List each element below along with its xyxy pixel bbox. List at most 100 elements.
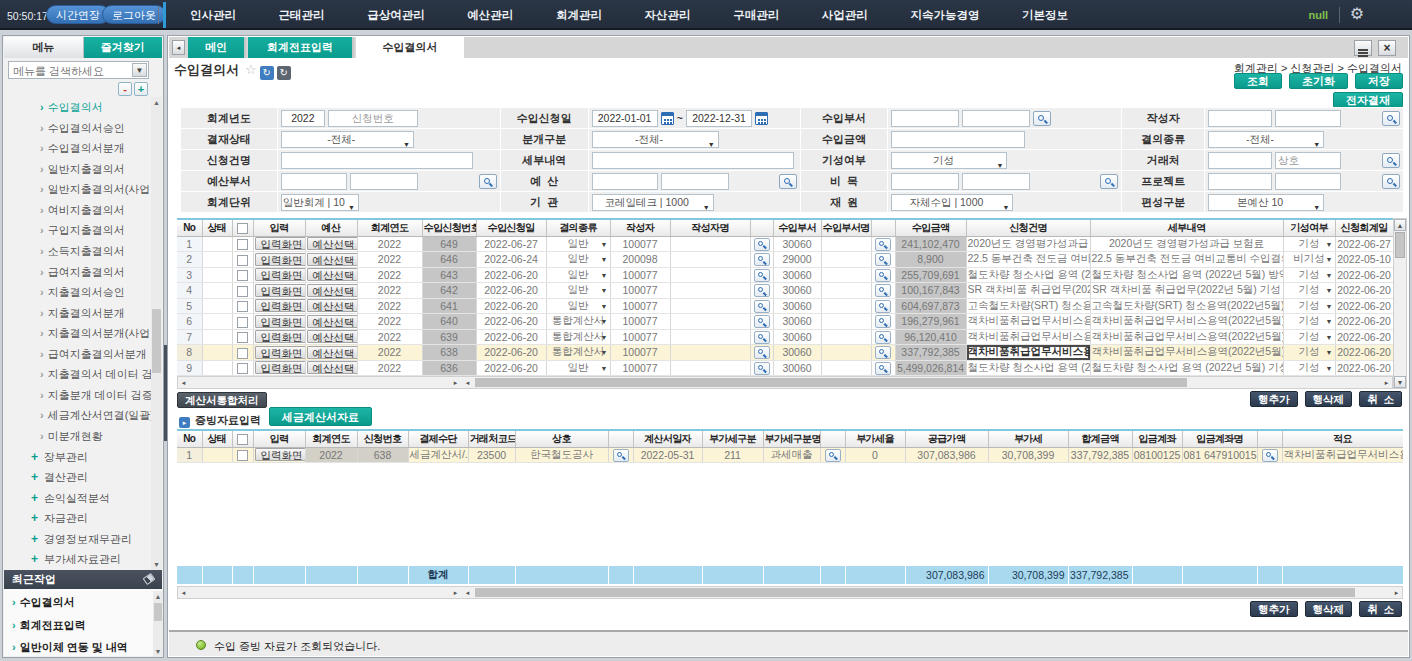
- column-header[interactable]: 부가세율: [845, 431, 905, 447]
- grid1-horizontal-scrollbar[interactable]: ◂ ▸ ◂ ▸: [177, 376, 1393, 389]
- column-header[interactable]: 거래처코드: [468, 431, 515, 447]
- chevron-down-icon[interactable]: ▼: [132, 63, 147, 77]
- electronic-approval-button[interactable]: 전자결재: [1333, 92, 1403, 108]
- column-header[interactable]: [232, 431, 253, 447]
- column-header[interactable]: 계산서일자: [633, 431, 702, 447]
- menu-search-input[interactable]: 메뉴를 검색하세요 ▼: [8, 61, 149, 79]
- grid-cell[interactable]: [820, 447, 845, 463]
- grid-cell[interactable]: [750, 298, 773, 314]
- fund-source-select[interactable]: 자체수입 | 1000▼: [891, 194, 1013, 211]
- grid-cell[interactable]: [232, 252, 253, 268]
- grid-cell[interactable]: [750, 360, 773, 376]
- grid1-vertical-scrollbar[interactable]: ▲ ▼: [1393, 218, 1407, 389]
- column-header[interactable]: 수입신청번호: [422, 220, 476, 236]
- column-header[interactable]: 적요: [1282, 431, 1403, 447]
- cell-button[interactable]: 입력화면: [255, 268, 306, 281]
- grid-cell[interactable]: [871, 252, 895, 268]
- top-menu-item[interactable]: 근태관리: [279, 8, 325, 23]
- column-header[interactable]: 작성자: [610, 220, 670, 236]
- date-to-input[interactable]: 2022-12-31: [686, 110, 752, 127]
- cell-button[interactable]: 예산선택: [307, 284, 358, 297]
- sidebar-item[interactable]: ›구입지출결의서: [3, 220, 151, 241]
- column-header[interactable]: [871, 220, 895, 236]
- search-icon[interactable]: [875, 362, 891, 375]
- cell-button[interactable]: 예산선택: [307, 253, 358, 266]
- cell-button[interactable]: 입력화면: [255, 346, 306, 359]
- search-icon[interactable]: [1382, 153, 1400, 168]
- sidebar-item[interactable]: ›수입결의서승인: [3, 118, 151, 139]
- grid-cell[interactable]: [232, 314, 253, 330]
- grid-cell[interactable]: [871, 314, 895, 330]
- grid-cell[interactable]: [871, 360, 895, 376]
- column-header[interactable]: 회계연도: [305, 431, 357, 447]
- save-button[interactable]: 저장: [1355, 73, 1403, 89]
- top-menu-item[interactable]: 예산관리: [467, 8, 513, 23]
- search-icon[interactable]: [875, 346, 891, 359]
- organization-select[interactable]: 코레일테크 | 1000▼: [592, 194, 714, 211]
- column-header[interactable]: [820, 431, 845, 447]
- income-amount-input[interactable]: [891, 131, 1025, 148]
- column-header[interactable]: 수입부서: [773, 220, 821, 236]
- tree-scrollbar[interactable]: ▲ ▼: [151, 97, 162, 570]
- sidebar-item[interactable]: ›미분개현황: [3, 426, 151, 447]
- search-icon[interactable]: [875, 284, 891, 297]
- search-icon[interactable]: [1382, 111, 1400, 126]
- search-icon[interactable]: [875, 269, 891, 282]
- gear-icon[interactable]: ⚙: [1350, 4, 1364, 23]
- grid-cell[interactable]: 기성▼: [1283, 345, 1335, 361]
- sidebar-item[interactable]: ›수입결의서분개: [3, 138, 151, 159]
- grid-cell[interactable]: 기성▼: [1283, 298, 1335, 314]
- add-row-button[interactable]: 행추가: [1250, 391, 1298, 407]
- grid-cell[interactable]: [1257, 447, 1282, 463]
- refresh-icon[interactable]: ↻: [260, 66, 274, 80]
- search-icon[interactable]: [479, 174, 497, 189]
- cell-button[interactable]: 예산선택: [307, 237, 358, 250]
- grid-cell[interactable]: 기성▼: [1283, 236, 1335, 252]
- column-header[interactable]: 결의종류: [546, 220, 610, 236]
- invoice-merge-button[interactable]: 계산서통합처리: [177, 392, 267, 408]
- cell-button[interactable]: 입력화면: [255, 237, 306, 250]
- column-header[interactable]: [1257, 431, 1282, 447]
- row-checkbox[interactable]: [237, 332, 248, 343]
- column-header[interactable]: No: [177, 220, 202, 236]
- cell-button[interactable]: 예산선택: [307, 346, 358, 359]
- tab-scroll-left-button[interactable]: ◂: [172, 40, 185, 55]
- cell-button[interactable]: 입력화면: [255, 330, 306, 343]
- cell-button[interactable]: 입력화면: [255, 253, 306, 266]
- column-header[interactable]: 입금계좌명: [1182, 431, 1257, 447]
- grid-cell[interactable]: 기성▼: [1283, 283, 1335, 299]
- row-checkbox[interactable]: [237, 270, 248, 281]
- cell-button[interactable]: 예산선택: [307, 315, 358, 328]
- recent-item[interactable]: ›회계전표입력: [4, 614, 162, 637]
- budget-composition-select[interactable]: 본예산 10▼: [1208, 194, 1324, 211]
- grid-cell[interactable]: [232, 360, 253, 376]
- grid-cell[interactable]: [871, 298, 895, 314]
- favorite-star-icon[interactable]: ☆: [245, 62, 257, 77]
- grid-cell[interactable]: 통합계산서▼: [546, 345, 610, 361]
- column-header[interactable]: 상태: [202, 431, 232, 447]
- column-header[interactable]: 부가세구분명: [763, 431, 820, 447]
- row-checkbox[interactable]: [237, 286, 248, 297]
- grid-cell[interactable]: 통합계산서▼: [546, 329, 610, 345]
- column-header[interactable]: [608, 431, 633, 447]
- column-header[interactable]: 수입부서명: [821, 220, 871, 236]
- grid-cell[interactable]: [232, 236, 253, 252]
- sidebar-item[interactable]: +결산관리: [3, 467, 151, 488]
- search-icon[interactable]: [754, 331, 770, 344]
- top-menu-item[interactable]: 인사관리: [190, 8, 236, 23]
- cell-button[interactable]: 입력화면: [255, 448, 306, 461]
- search-icon[interactable]: [754, 362, 770, 375]
- logout-button[interactable]: 로그아웃: [102, 5, 166, 24]
- recent-scrollbar[interactable]: ▲ ▼: [153, 591, 163, 657]
- column-header[interactable]: 부가세구분: [702, 431, 763, 447]
- sidebar-item[interactable]: ›소득지출결의서: [3, 241, 151, 262]
- cell-button[interactable]: 입력화면: [255, 361, 306, 374]
- column-header[interactable]: 입금계좌: [1132, 431, 1182, 447]
- grid-cell[interactable]: 통합계산서▼: [546, 314, 610, 330]
- sidebar-item[interactable]: ›일반지출결의서: [3, 159, 151, 180]
- grid-cell[interactable]: [750, 314, 773, 330]
- delete-row-button[interactable]: 행삭제: [1305, 601, 1353, 617]
- column-header[interactable]: 세부내역: [1090, 220, 1283, 236]
- sidebar-item[interactable]: ›지출분개 데이터 검증: [3, 385, 151, 406]
- search-icon[interactable]: [754, 315, 770, 328]
